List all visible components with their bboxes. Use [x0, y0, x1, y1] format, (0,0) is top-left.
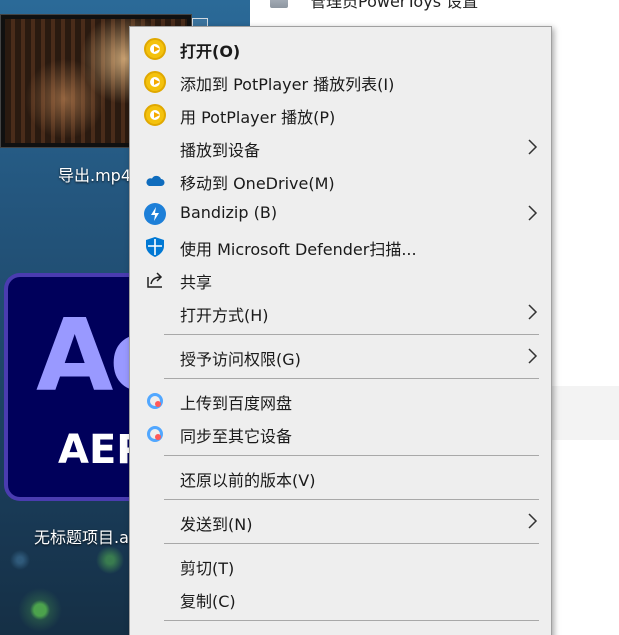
video-file-label: 导出.mp4 [58, 166, 132, 185]
potplayer-icon [144, 71, 166, 93]
menu-item-label: 上传到百度网盘 [180, 394, 293, 413]
menu-separator [164, 543, 539, 544]
explorer-list-row[interactable]: 管理员PowerToys 设置 [250, 0, 619, 14]
menu-item-label: 复制(C) [180, 592, 236, 611]
chevron-right-icon [528, 513, 538, 529]
menu-item-send-to[interactable]: 发送到(N) [130, 505, 551, 537]
menu-item-label: 播放到设备 [180, 141, 261, 160]
chevron-right-icon [528, 304, 538, 320]
menu-item-open[interactable]: 打开(O) [130, 32, 551, 64]
menu-item-label: 同步至其它设备 [180, 427, 293, 446]
menu-item-label: 授予访问权限(G) [180, 350, 301, 369]
chevron-right-icon [528, 205, 538, 221]
menu-item-upload-baidu-netdisk[interactable]: 上传到百度网盘 [130, 384, 551, 416]
menu-item-label: 还原以前的版本(V) [180, 471, 316, 490]
explorer-row-label: 管理员PowerToys 设置 [310, 0, 479, 11]
menu-item-give-access[interactable]: 授予访问权限(G) [130, 340, 551, 372]
menu-item-label: 打开方式(H) [180, 306, 269, 325]
baidu-netdisk-icon [144, 423, 166, 445]
menu-item-label: 共享 [180, 273, 213, 292]
menu-item-share[interactable]: 共享 [130, 263, 551, 295]
menu-item-label: 使用 Microsoft Defender扫描... [180, 240, 417, 259]
chevron-right-icon [528, 139, 538, 155]
onedrive-icon [146, 175, 165, 186]
menu-item-label: 移动到 OneDrive(M) [180, 174, 335, 193]
menu-item-play-with-potplayer[interactable]: 用 PotPlayer 播放(P) [130, 98, 551, 130]
menu-item-bandizip[interactable]: Bandizip (B) [130, 197, 551, 229]
settings-app-icon [270, 0, 288, 8]
potplayer-icon [144, 104, 166, 126]
menu-separator [164, 620, 539, 621]
menu-item-open-with[interactable]: 打开方式(H) [130, 296, 551, 328]
potplayer-icon [144, 38, 166, 60]
defender-shield-icon [146, 237, 164, 257]
menu-item-label: 添加到 PotPlayer 播放列表(I) [180, 75, 395, 94]
menu-separator [164, 334, 539, 335]
baidu-netdisk-icon [144, 390, 166, 412]
menu-item-cut[interactable]: 剪切(T) [130, 549, 551, 581]
menu-item-label: 打开(O) [180, 42, 241, 61]
menu-item-cast-to-device[interactable]: 播放到设备 [130, 131, 551, 163]
chevron-right-icon [528, 348, 538, 364]
context-menu: 打开(O) 添加到 PotPlayer 播放列表(I) 用 PotPlayer … [129, 26, 552, 635]
bandizip-icon [144, 203, 166, 225]
menu-separator [164, 455, 539, 456]
menu-separator [164, 499, 539, 500]
menu-item-defender-scan[interactable]: 使用 Microsoft Defender扫描... [130, 230, 551, 262]
menu-item-label: Bandizip (B) [180, 203, 278, 222]
menu-item-add-to-potplayer-playlist[interactable]: 添加到 PotPlayer 播放列表(I) [130, 65, 551, 97]
menu-item-copy[interactable]: 复制(C) [130, 582, 551, 614]
share-icon [147, 272, 163, 288]
menu-item-restore-previous-versions[interactable]: 还原以前的版本(V) [130, 461, 551, 493]
menu-item-label: 用 PotPlayer 播放(P) [180, 108, 336, 127]
menu-item-label: 剪切(T) [180, 559, 235, 578]
menu-item-label: 发送到(N) [180, 515, 253, 534]
menu-item-move-to-onedrive[interactable]: 移动到 OneDrive(M) [130, 164, 551, 196]
menu-separator [164, 378, 539, 379]
menu-item-sync-other-devices[interactable]: 同步至其它设备 [130, 417, 551, 449]
